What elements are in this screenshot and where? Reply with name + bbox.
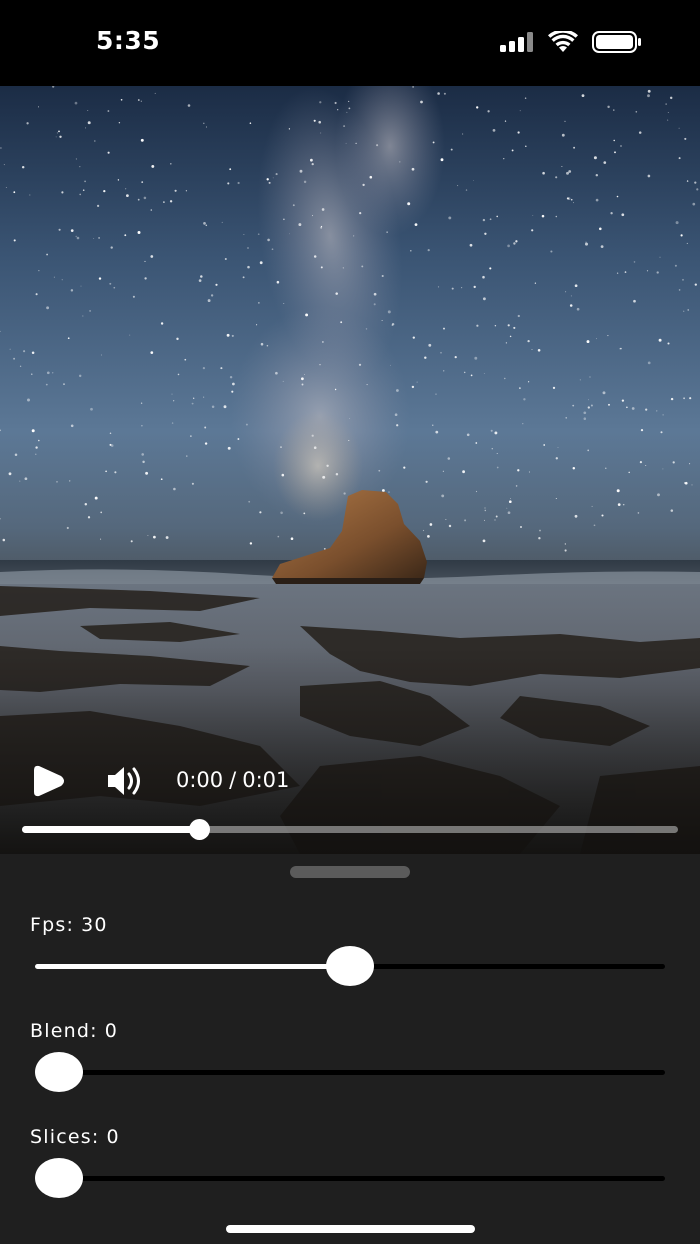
status-icons [500,31,642,53]
fps-label-text: Fps: [30,914,75,936]
video-player[interactable]: 0:00 / 0:01 [0,86,700,854]
fps-value: 30 [81,914,108,936]
slices-label: Slices: 0 [30,1126,120,1148]
play-button[interactable] [30,764,68,798]
controls-sheet: Fps: 30 Blend: 0 Slices: 0 [0,854,700,1244]
blend-label: Blend: 0 [30,1020,118,1042]
seek-bar[interactable] [22,819,678,840]
status-bar: 5:35 [0,0,700,86]
seek-bar-thumb[interactable] [189,819,211,840]
duration: 0:01 [242,768,290,792]
cellular-signal-icon [500,32,533,52]
playback-time: 0:00 / 0:01 [176,768,289,792]
fps-slider[interactable] [35,946,665,986]
volume-button[interactable] [106,764,144,798]
slices-value: 0 [106,1126,120,1148]
volume-icon [108,767,140,795]
blend-slider[interactable] [35,1052,665,1092]
blend-value: 0 [104,1020,119,1042]
seek-bar-progress [22,826,200,833]
blend-slider-thumb[interactable] [35,1052,83,1092]
fps-slider-thumb[interactable] [326,946,374,986]
battery-icon [592,31,641,53]
current-time: 0:00 [176,768,224,792]
slices-slider-thumb[interactable] [35,1158,83,1198]
wifi-icon [548,31,578,52]
sheet-grabber[interactable] [290,866,410,878]
blend-label-text: Blend: [30,1020,98,1042]
fps-label: Fps: 30 [30,914,108,936]
time-separator: / [229,768,237,792]
video-controls: 0:00 / 0:01 [0,746,700,854]
status-time: 5:35 [96,26,161,55]
play-icon [34,765,64,797]
slices-label-text: Slices: [30,1126,100,1148]
slices-slider[interactable] [35,1158,665,1198]
video-frame [0,86,700,854]
fps-slider-fill [35,964,350,969]
home-indicator [226,1225,475,1233]
